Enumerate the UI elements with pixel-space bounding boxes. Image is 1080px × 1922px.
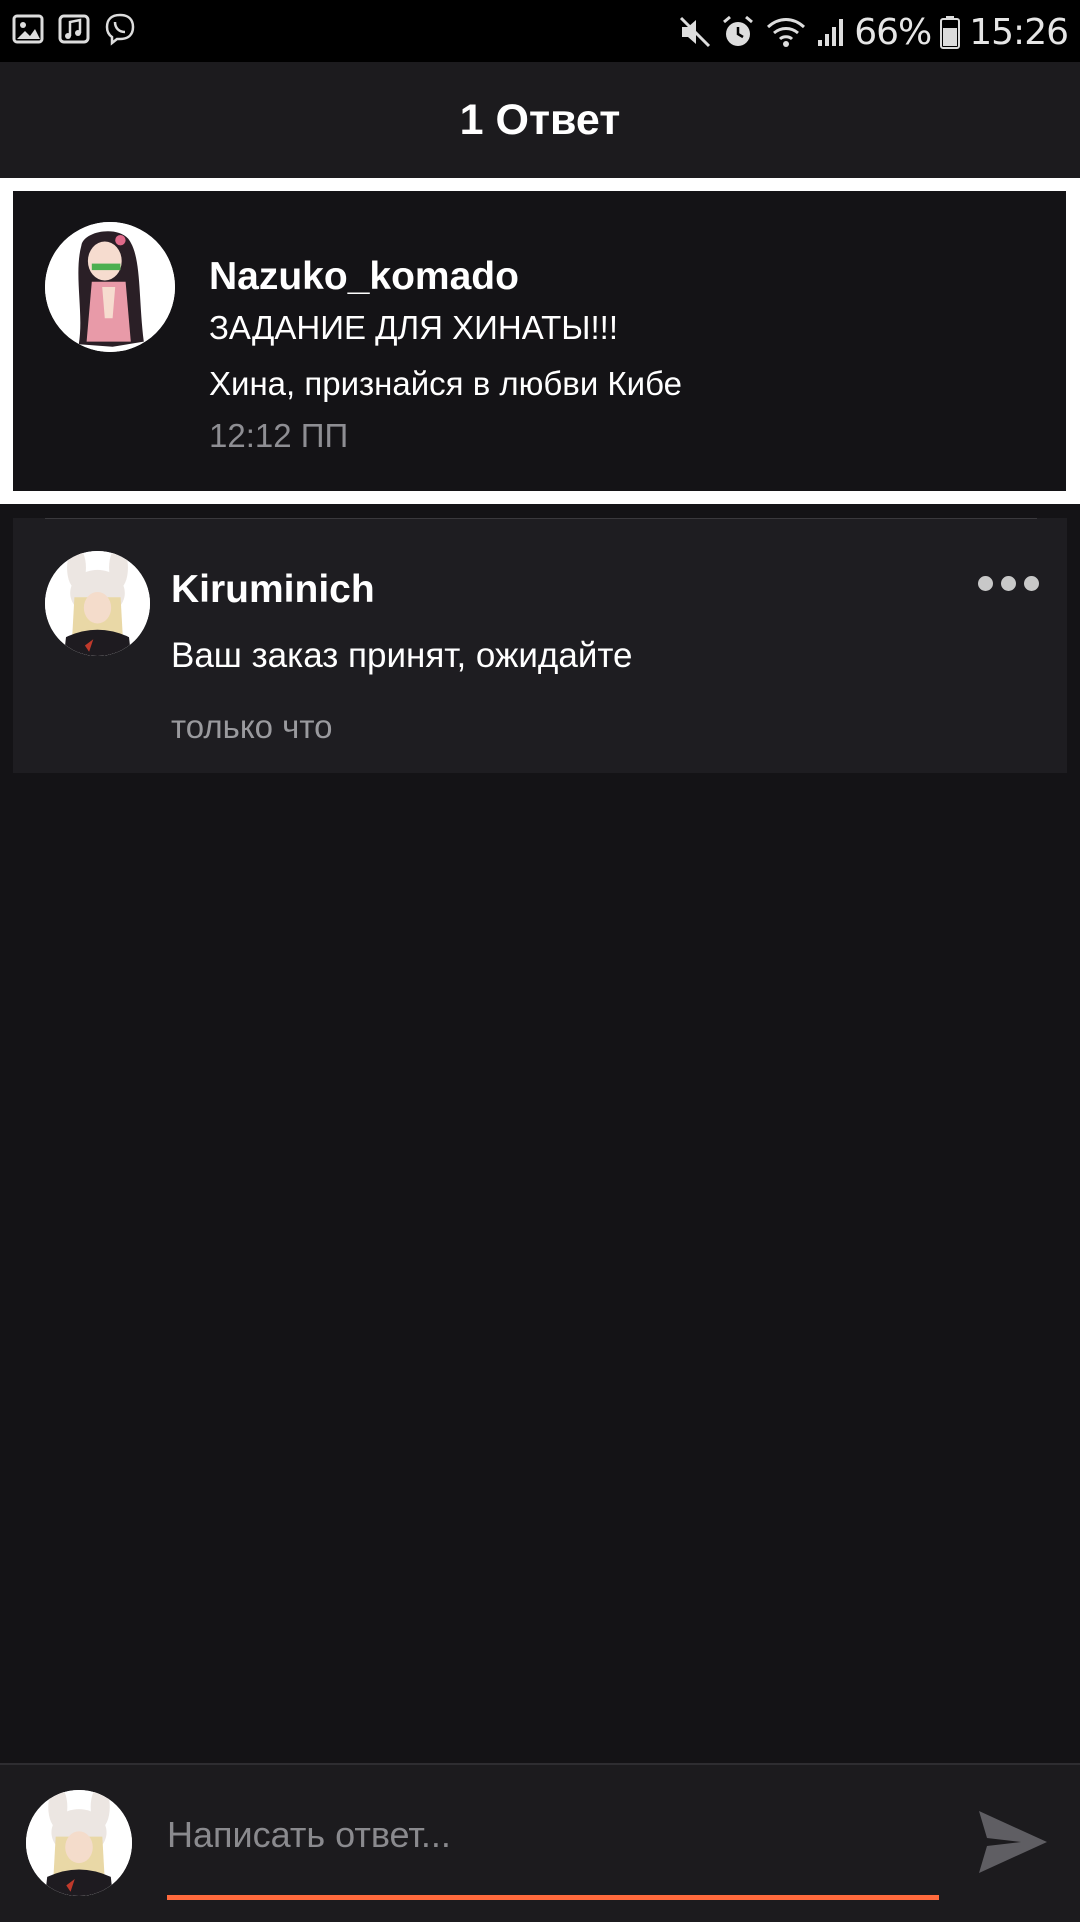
bunny-hat-avatar-icon: [45, 551, 150, 656]
status-bar: 66% 15:26: [0, 0, 1080, 62]
comment-author[interactable]: Nazuko_komado: [209, 255, 519, 299]
comment-timestamp: 12:12 ПП: [209, 417, 349, 454]
dot: [1024, 576, 1039, 591]
anime-girl-avatar-icon: [45, 222, 175, 352]
bunny-hat-avatar-icon: [26, 1790, 132, 1896]
reply-composer: [0, 1763, 1080, 1922]
alarm-icon: [723, 15, 754, 46]
reply-author[interactable]: Kiruminich: [171, 568, 375, 612]
mute-icon: [680, 16, 711, 48]
battery-percent: 66%: [854, 11, 932, 53]
input-underline: [167, 1895, 939, 1900]
avatar[interactable]: [45, 222, 175, 352]
divider: [45, 518, 1037, 519]
gallery-icon: [12, 14, 44, 44]
avatar[interactable]: [45, 551, 150, 656]
comment-text-line-2: Хина, признайся в любви Кибе: [209, 365, 682, 402]
parent-comment-frame: Nazuko_komado ЗАДАНИЕ ДЛЯ ХИНАТЫ!!! Хина…: [0, 178, 1080, 504]
battery-icon: [940, 16, 961, 49]
comment-text-line-1: ЗАДАНИЕ ДЛЯ ХИНАТЫ!!!: [209, 309, 619, 346]
page-title: 1 Ответ: [459, 95, 621, 144]
clock: 15:26: [969, 11, 1069, 53]
wifi-icon: [767, 18, 806, 47]
signal-icon: [818, 19, 844, 46]
send-button[interactable]: [975, 1807, 1051, 1877]
reply-item[interactable]: Kiruminich Ваш заказ принят, ожидайте то…: [13, 518, 1067, 773]
page-header: 1 Ответ: [0, 62, 1080, 178]
viber-icon: [105, 13, 135, 46]
send-icon: [979, 1811, 1047, 1873]
parent-comment[interactable]: Nazuko_komado ЗАДАНИЕ ДЛЯ ХИНАТЫ!!! Хина…: [13, 191, 1066, 491]
reply-timestamp: только что: [171, 708, 333, 745]
reply-text: Ваш заказ принят, ожидайте: [171, 636, 633, 675]
more-dots-icon[interactable]: [978, 576, 1039, 591]
reply-input[interactable]: [167, 1805, 939, 1865]
dot: [1001, 576, 1016, 591]
avatar[interactable]: [26, 1790, 132, 1896]
music-icon: [58, 14, 90, 44]
dot: [978, 576, 993, 591]
